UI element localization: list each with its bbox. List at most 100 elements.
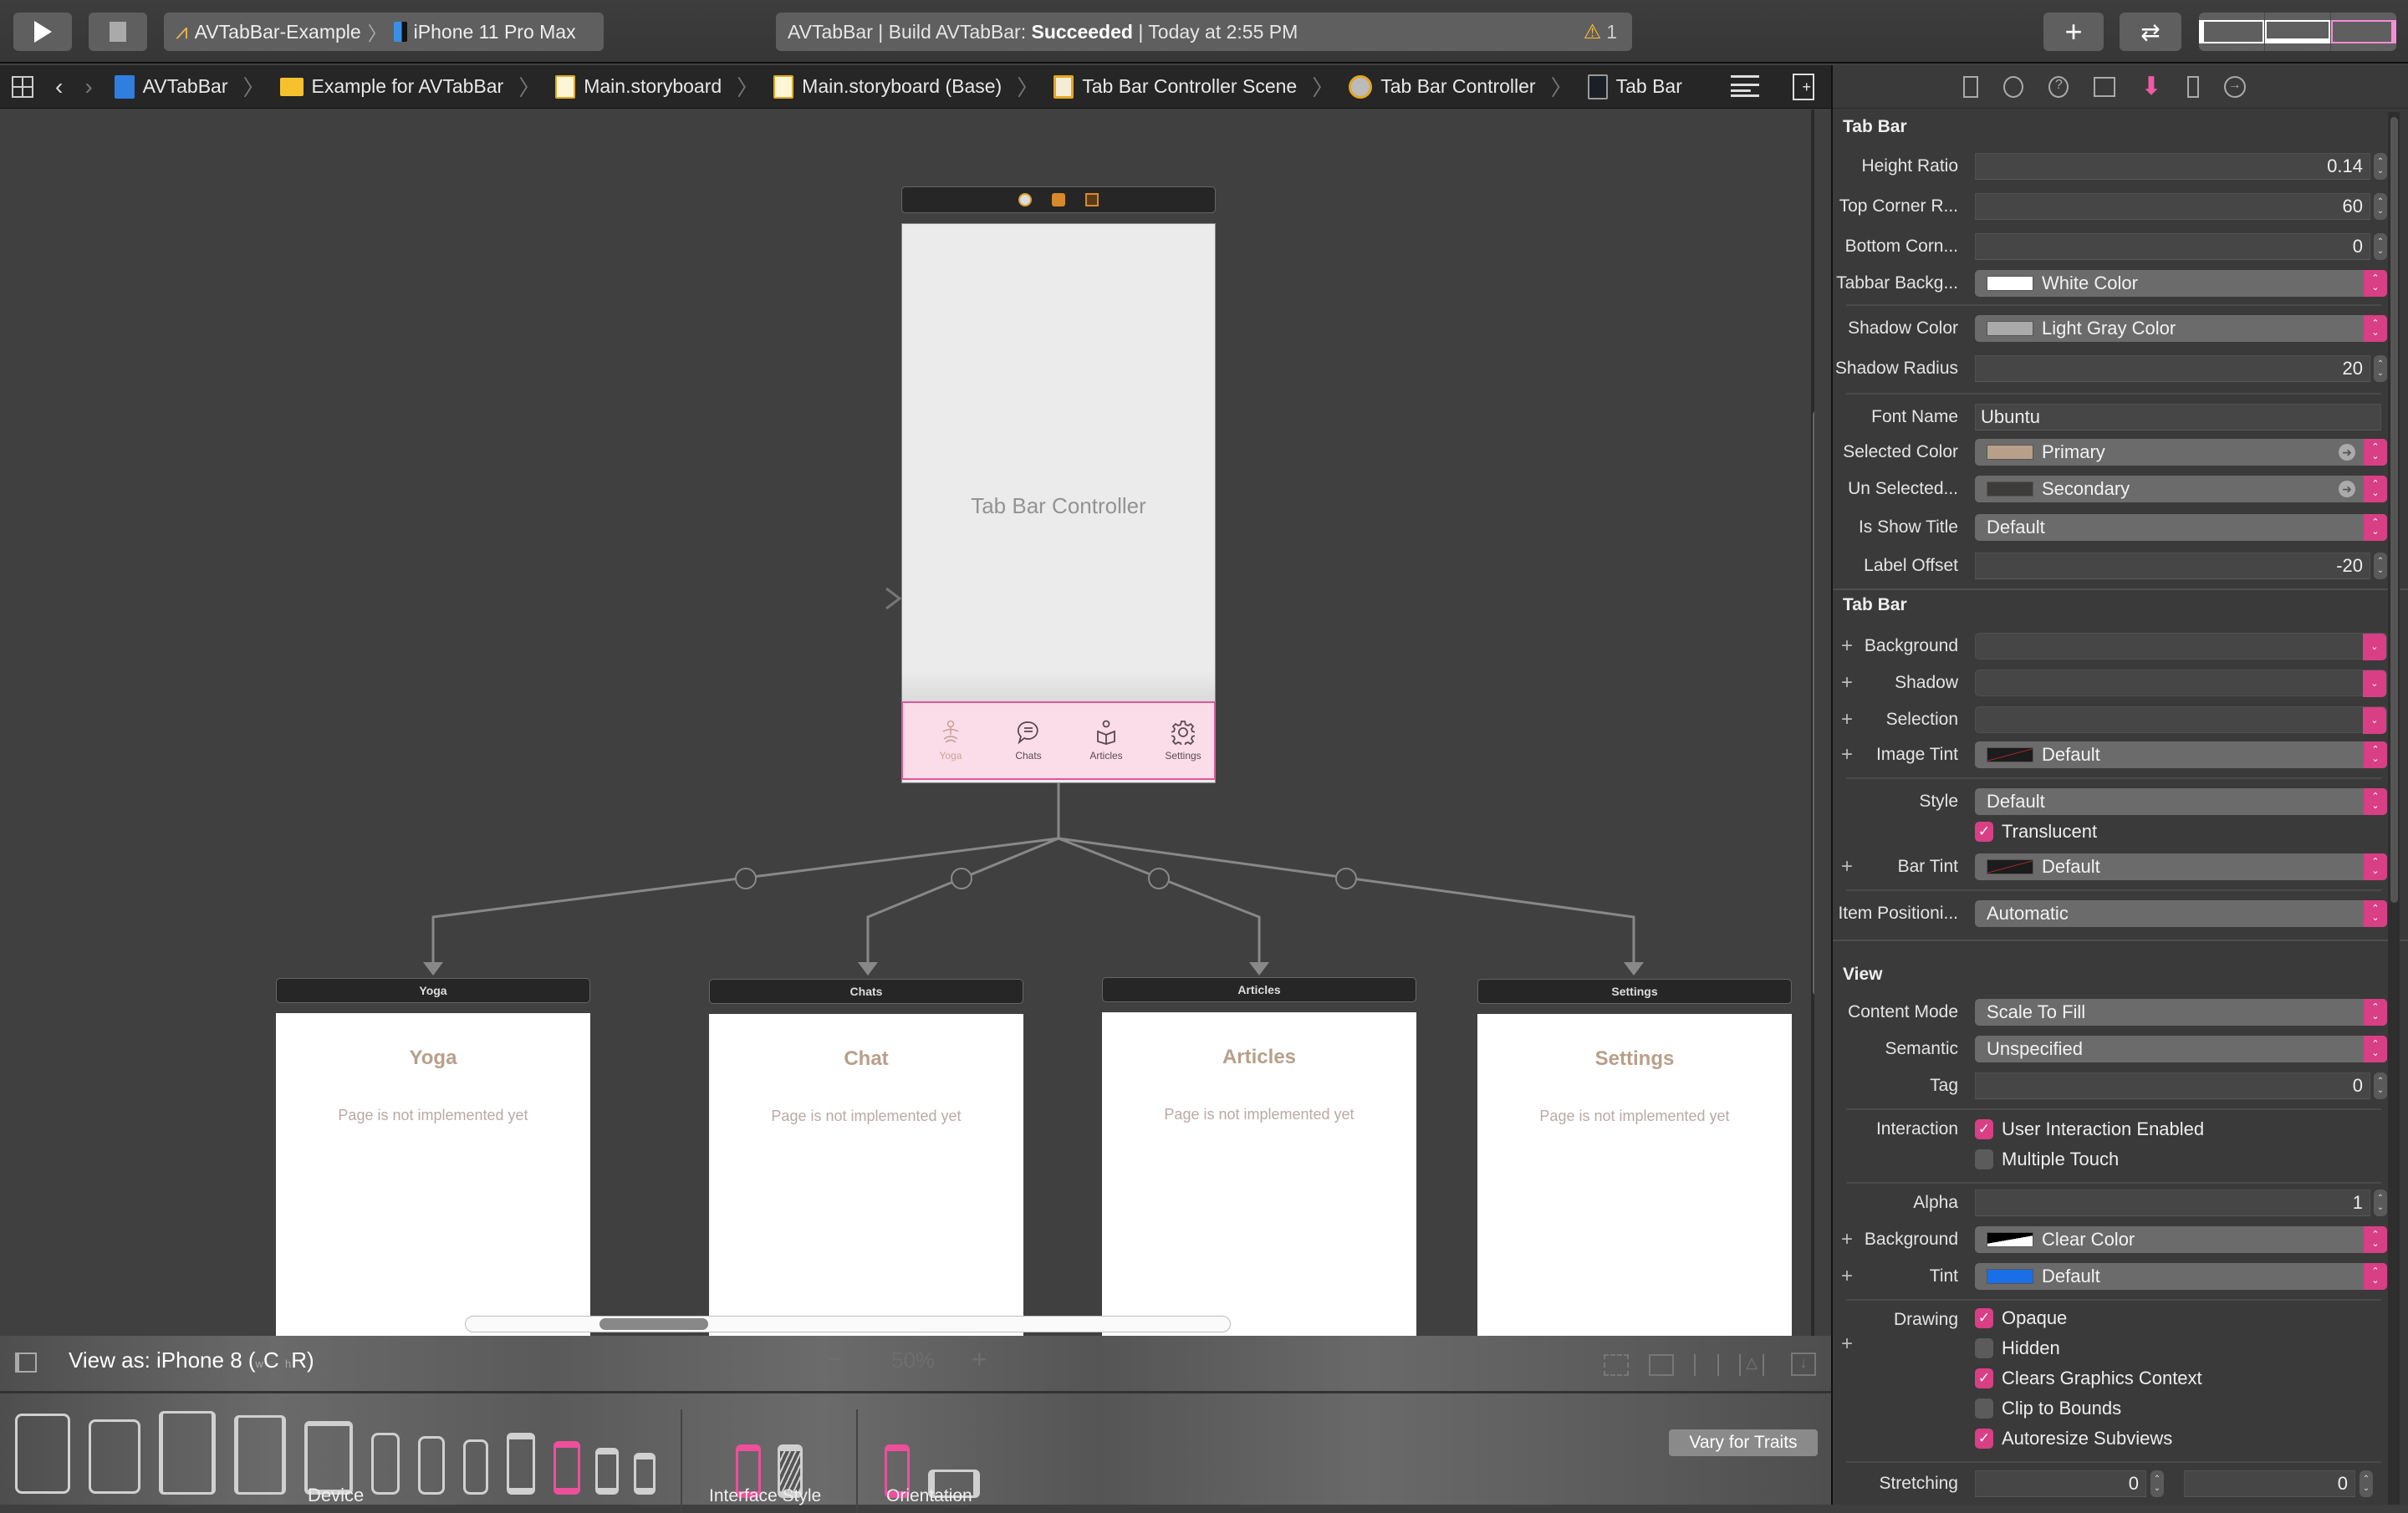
- hidden-checkbox[interactable]: Hidden: [1975, 1337, 2060, 1359]
- tint-popup[interactable]: Default ⌃ ⌄: [1975, 1263, 2387, 1290]
- scene-header-settings[interactable]: Settings: [1477, 979, 1792, 1004]
- autoresize-checkbox[interactable]: ✓ Autoresize Subviews: [1975, 1428, 2172, 1449]
- view-as-label[interactable]: View as: iPhone 8 (wC hR): [69, 1347, 314, 1373]
- shadow-radius-field[interactable]: 20: [1975, 355, 2370, 382]
- inspector-scroll-thumb[interactable]: [2390, 117, 2398, 903]
- device-iphone-11[interactable]: [418, 1436, 445, 1495]
- document-outline-toggle[interactable]: [15, 1353, 37, 1373]
- scene-header-chats[interactable]: Chats: [709, 979, 1023, 1004]
- device-iphone-11-pro-max[interactable]: [371, 1433, 400, 1495]
- crumb-controller[interactable]: Tab Bar Controller: [1349, 74, 1536, 99]
- add-variation-button[interactable]: +: [1841, 671, 1853, 695]
- add-constraints-icon[interactable]: △: [1739, 1354, 1764, 1376]
- crumb-folder[interactable]: Example for AVTabBar: [279, 75, 503, 98]
- run-button[interactable]: [13, 13, 72, 51]
- warning-indicator[interactable]: ⚠ 1: [1584, 20, 1617, 44]
- device-ipad-pro-12[interactable]: [15, 1414, 70, 1494]
- multiple-touch-checkbox[interactable]: Multiple Touch: [1975, 1149, 2119, 1170]
- bottom-corner-radius-field[interactable]: 0: [1975, 233, 2370, 260]
- history-inspector-icon[interactable]: [2003, 75, 2024, 98]
- identity-inspector-icon[interactable]: [2094, 76, 2116, 97]
- code-review-button[interactable]: ⇄: [2120, 13, 2181, 51]
- add-editor-icon[interactable]: +: [1793, 74, 1814, 100]
- shadow-image-combo[interactable]: ⌄: [1975, 670, 2387, 697]
- inspector-toggle[interactable]: [2331, 13, 2396, 51]
- chevron-down-icon[interactable]: ⌄: [2363, 634, 2386, 660]
- canvas-vscroll-thumb[interactable]: [1813, 410, 1814, 996]
- device-iphone-8[interactable]: [554, 1441, 580, 1495]
- update-frames-icon[interactable]: [1604, 1354, 1629, 1376]
- related-items-icon[interactable]: [12, 75, 33, 98]
- shadow-color-popup[interactable]: Light Gray Color ⌃ ⌄: [1975, 315, 2387, 342]
- crumb-storyboard-base[interactable]: Main.storyboard (Base): [773, 74, 1002, 99]
- device-iphone-11-pro[interactable]: [463, 1439, 488, 1495]
- height-ratio-stepper[interactable]: ⌃ ⌄: [2374, 153, 2387, 180]
- scheme-selector[interactable]: ⩘ AVTabBar-Example 〉 iPhone 11 Pro Max: [164, 13, 604, 51]
- bottom-corner-stepper[interactable]: ⌃ ⌄: [2374, 233, 2387, 260]
- label-offset-field[interactable]: -20: [1975, 553, 2370, 579]
- size-inspector-icon[interactable]: [2186, 75, 2199, 98]
- show-title-popup[interactable]: Default ⌃ ⌄: [1975, 514, 2387, 541]
- zoom-out-button[interactable]: −: [828, 1346, 843, 1374]
- top-corner-stepper[interactable]: ⌃ ⌄: [2374, 193, 2387, 220]
- scene-chats[interactable]: Chat Page is not implemented yet: [709, 1014, 1023, 1336]
- device-iphone-4s[interactable]: [634, 1453, 656, 1495]
- file-inspector-icon[interactable]: [1963, 75, 1979, 98]
- image-tint-popup[interactable]: Default ⌃ ⌄: [1975, 741, 2387, 768]
- clip-bounds-checkbox[interactable]: Clip to Bounds: [1975, 1398, 2121, 1419]
- item-positioning-popup[interactable]: Automatic ⌃ ⌄: [1975, 900, 2387, 927]
- add-variation-button[interactable]: +: [1841, 855, 1853, 879]
- storyboard-canvas[interactable]: Tab Bar Controller Yoga Chats Articles S…: [0, 110, 1814, 1336]
- user-interaction-checkbox[interactable]: ✓ User Interaction Enabled: [1975, 1118, 2204, 1140]
- stop-button[interactable]: [89, 13, 147, 51]
- chevron-down-icon[interactable]: ⌄: [2363, 670, 2386, 697]
- resolve-issues-icon[interactable]: ↓: [1791, 1353, 1816, 1376]
- navigator-toggle[interactable]: [2199, 13, 2265, 51]
- add-variation-button[interactable]: +: [1841, 708, 1853, 731]
- alpha-stepper[interactable]: ⌃ ⌄: [2374, 1190, 2387, 1216]
- canvas-hscroll[interactable]: [465, 1316, 1231, 1332]
- clears-graphics-checkbox[interactable]: ✓ Clears Graphics Context: [1975, 1368, 2202, 1389]
- align-icon[interactable]: [1694, 1354, 1719, 1376]
- semantic-popup[interactable]: Unspecified ⌃ ⌄: [1975, 1036, 2387, 1062]
- device-ipad-mini[interactable]: [304, 1421, 353, 1495]
- height-ratio-field[interactable]: 0.14: [1975, 153, 2370, 180]
- translucent-checkbox[interactable]: ✓ Translucent: [1975, 821, 2097, 843]
- add-variation-button[interactable]: +: [1841, 1332, 1853, 1356]
- add-variation-button[interactable]: +: [1841, 1228, 1853, 1251]
- alpha-field[interactable]: 1: [1975, 1190, 2370, 1216]
- scene-articles[interactable]: Articles Page is not implemented yet: [1102, 1012, 1416, 1336]
- device-iphone-8-plus[interactable]: [507, 1433, 535, 1495]
- library-button[interactable]: +: [2043, 13, 2104, 51]
- tag-field[interactable]: 0: [1975, 1072, 2370, 1099]
- view-background-popup[interactable]: Clear Color ⌃ ⌄: [1975, 1226, 2387, 1253]
- tag-stepper[interactable]: ⌃ ⌄: [2374, 1072, 2387, 1099]
- chevron-down-icon[interactable]: ⌄: [2363, 707, 2386, 734]
- font-name-field[interactable]: Ubuntu: [1975, 404, 2381, 430]
- debug-area-toggle[interactable]: [2265, 13, 2331, 51]
- opaque-checkbox[interactable]: ✓ Opaque: [1975, 1307, 2067, 1329]
- device-ipad-pro-10[interactable]: [159, 1411, 216, 1495]
- device-ipad-air[interactable]: [234, 1415, 286, 1495]
- selected-color-popup[interactable]: Primary ➜ ⌃ ⌄: [1975, 439, 2387, 466]
- selection-image-combo[interactable]: ⌄: [1975, 706, 2387, 734]
- bar-tint-popup[interactable]: Default ⌃ ⌄: [1975, 853, 2387, 880]
- background-image-combo[interactable]: ⌄: [1975, 633, 2387, 660]
- scene-header-yoga[interactable]: Yoga: [276, 978, 590, 1003]
- top-corner-radius-field[interactable]: 60: [1975, 193, 2370, 220]
- stretching-y-field[interactable]: 0: [2184, 1470, 2355, 1497]
- hscroll-thumb[interactable]: [599, 1318, 708, 1330]
- device-iphone-se[interactable]: [595, 1448, 619, 1495]
- crumb-tab-bar[interactable]: Tab Bar: [1587, 74, 1682, 99]
- stretching-y-stepper[interactable]: ⌃ ⌄: [2360, 1470, 2373, 1497]
- zoom-in-button[interactable]: +: [972, 1344, 987, 1375]
- style-popup[interactable]: Default ⌃ ⌄: [1975, 788, 2387, 815]
- vary-for-traits-button[interactable]: Vary for Traits: [1669, 1429, 1818, 1456]
- tabbar-background-popup[interactable]: White Color ⌃ ⌄: [1975, 270, 2387, 297]
- add-variation-button[interactable]: +: [1841, 1265, 1853, 1288]
- add-variation-button[interactable]: +: [1841, 743, 1853, 767]
- scene-settings[interactable]: Settings Page is not implemented yet: [1477, 1014, 1792, 1336]
- go-to-asset-icon[interactable]: ➜: [2339, 444, 2355, 461]
- unselected-color-popup[interactable]: Secondary ➜ ⌃ ⌄: [1975, 476, 2387, 502]
- crumb-scene[interactable]: Tab Bar Controller Scene: [1054, 74, 1297, 99]
